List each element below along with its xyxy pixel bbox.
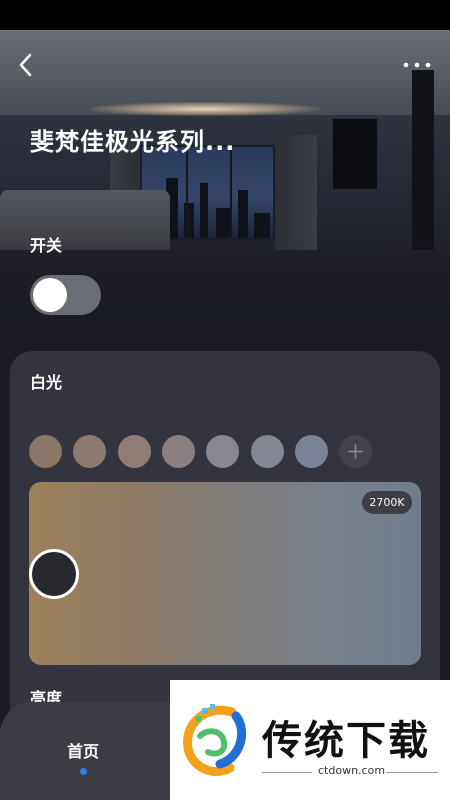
ceiling-light-glow bbox=[90, 102, 320, 116]
watermark-title: 传统下载 bbox=[262, 718, 430, 764]
city-building bbox=[200, 183, 208, 238]
white-light-title: 白光 bbox=[30, 373, 63, 392]
watermark-rule bbox=[262, 772, 312, 773]
color-preset-swatch[interactable] bbox=[294, 435, 328, 468]
room-curtain-right bbox=[275, 135, 317, 250]
color-preset-swatch[interactable] bbox=[29, 435, 62, 468]
power-switch-label: 开关 bbox=[30, 236, 63, 255]
watermark-overlay: 传统下载 ctdown.com bbox=[170, 680, 450, 800]
temperature-handle[interactable] bbox=[29, 549, 79, 599]
city-building bbox=[254, 213, 270, 238]
nav-home[interactable]: 首页 bbox=[48, 738, 118, 783]
temperature-value-badge: 2700K bbox=[362, 491, 412, 514]
color-preset-swatch[interactable] bbox=[117, 435, 151, 468]
watermark-domain: ctdown.com bbox=[318, 764, 386, 777]
more-dots-icon[interactable] bbox=[400, 56, 434, 74]
status-bar bbox=[0, 0, 450, 30]
chevron-left-icon[interactable] bbox=[14, 50, 40, 80]
watermark-logo-icon bbox=[183, 704, 247, 777]
window-mullion bbox=[186, 147, 188, 238]
plus-icon bbox=[348, 444, 363, 459]
window-mullion bbox=[230, 147, 232, 238]
color-preset-swatch[interactable] bbox=[161, 435, 195, 468]
city-building bbox=[216, 208, 230, 238]
color-preset-swatch[interactable] bbox=[73, 435, 107, 468]
city-building bbox=[238, 190, 248, 238]
room-tv bbox=[332, 118, 378, 190]
room-shelf bbox=[412, 70, 434, 250]
page-title: 斐梵佳极光系列... bbox=[30, 128, 236, 156]
active-indicator-dot bbox=[80, 768, 87, 775]
toggle-knob bbox=[33, 278, 67, 312]
color-preset-swatch[interactable] bbox=[250, 435, 284, 468]
power-toggle[interactable] bbox=[30, 275, 101, 315]
color-preset-swatch[interactable] bbox=[206, 435, 240, 468]
add-preset-button[interactable] bbox=[339, 435, 372, 468]
nav-home-label: 首页 bbox=[66, 742, 99, 761]
watermark-rule bbox=[386, 772, 438, 773]
color-temperature-panel[interactable]: 2700K bbox=[29, 482, 421, 665]
